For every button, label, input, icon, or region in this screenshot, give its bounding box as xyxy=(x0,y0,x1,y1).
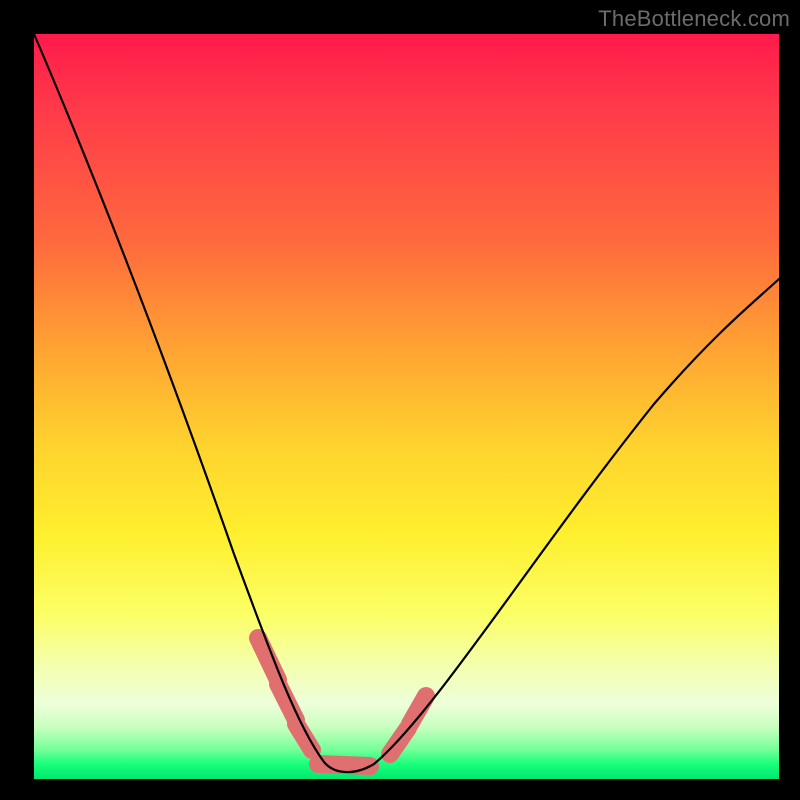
attribution-text: TheBottleneck.com xyxy=(598,6,790,32)
plot-area xyxy=(34,34,779,779)
chart-stage: TheBottleneck.com xyxy=(0,0,800,800)
right-ascent-markers xyxy=(390,696,426,754)
left-descent-markers xyxy=(258,638,312,750)
bottleneck-curve xyxy=(34,34,779,772)
curve-layer xyxy=(34,34,779,779)
